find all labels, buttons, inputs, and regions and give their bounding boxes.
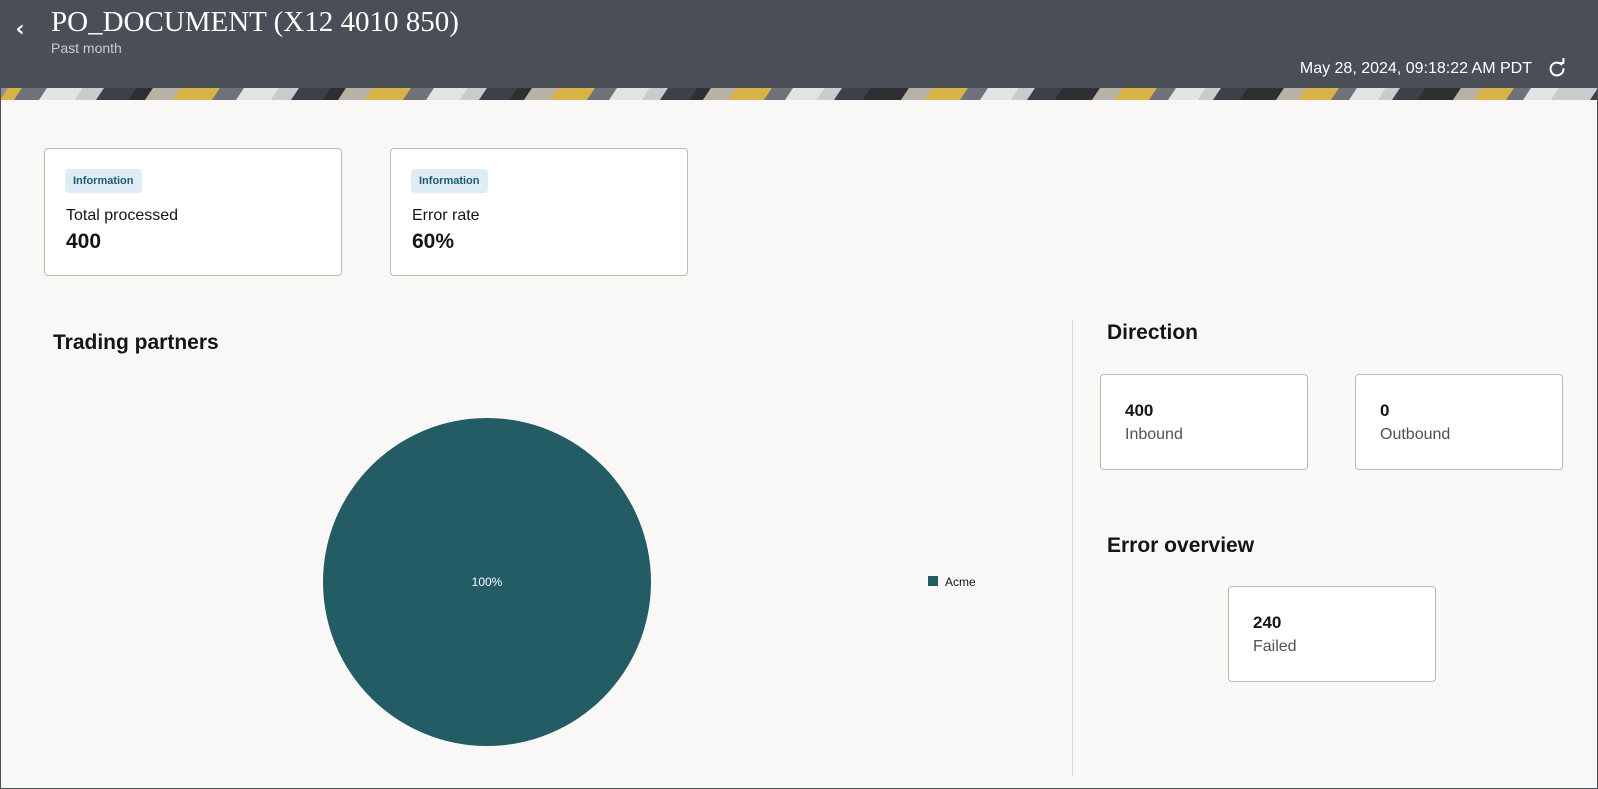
information-badge: Information [411, 169, 488, 193]
error-overview-heading: Error overview [1107, 534, 1255, 557]
failed-card[interactable]: 240 Failed [1228, 586, 1436, 682]
inbound-card[interactable]: 400 Inbound [1100, 374, 1308, 470]
failed-label: Failed [1253, 638, 1297, 655]
pie-slice-acme[interactable] [323, 418, 651, 746]
page-header: ‹ PO_DOCUMENT (X12 4010 850) Past month … [0, 0, 1598, 88]
decorative-banner [0, 88, 1598, 100]
banner-stripe [173, 88, 220, 100]
kpi-label: Error rate [412, 207, 480, 224]
inbound-label: Inbound [1125, 426, 1183, 443]
direction-heading: Direction [1107, 321, 1199, 344]
last-updated-timestamp: May 28, 2024, 09:18:22 AM PDT [1299, 60, 1532, 77]
legend-label: Acme [945, 575, 976, 589]
banner-stripe [862, 88, 909, 100]
kpi-value: 400 [66, 230, 102, 253]
legend-swatch[interactable] [928, 576, 938, 586]
page-title: PO_DOCUMENT (X12 4010 850) [51, 6, 459, 38]
banner-stripe [1551, 88, 1598, 100]
outbound-label: Outbound [1380, 426, 1451, 443]
kpi-label: Total processed [66, 207, 179, 224]
refresh-icon[interactable] [1546, 58, 1568, 80]
banner-stripe [1054, 88, 1100, 100]
page-subtitle: Past month [51, 40, 122, 56]
inbound-count: 400 [1125, 401, 1154, 420]
total-processed-card[interactable]: Information Total processed 400 [44, 148, 342, 276]
banner-stripe [365, 88, 411, 100]
trading-partners-heading: Trading partners [53, 331, 219, 354]
chevron-left-icon: ‹ [15, 17, 25, 42]
outbound-count: 0 [1380, 401, 1390, 420]
failed-count: 240 [1253, 613, 1282, 632]
outbound-card[interactable]: 0 Outbound [1355, 374, 1563, 470]
error-rate-card[interactable]: Information Error rate 60% [390, 148, 688, 276]
back-button[interactable]: ‹ [6, 16, 34, 44]
kpi-value: 60% [412, 230, 455, 253]
section-divider [1072, 320, 1073, 776]
information-badge: Information [65, 169, 142, 193]
